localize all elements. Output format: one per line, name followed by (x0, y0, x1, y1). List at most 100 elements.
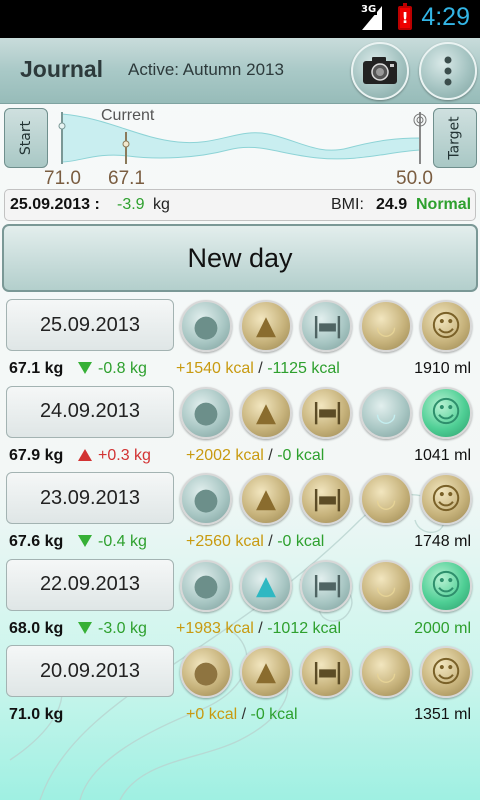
smiley-button[interactable]: ☺ (420, 646, 472, 698)
water-drop-icon: ▲ (256, 484, 276, 514)
day-kcal-separator: / (263, 446, 278, 464)
smiley-icon: ☺ (430, 395, 462, 430)
overflow-menu-icon (444, 56, 452, 86)
food-bowl-button[interactable]: ◡ (360, 473, 412, 525)
trend-down-icon (78, 362, 92, 374)
status-bar: 3G ! 4:29 (0, 0, 480, 38)
apple-icon: ● (192, 395, 220, 430)
food-bowl-icon: ◡ (375, 571, 397, 600)
app-title: Journal (20, 56, 104, 82)
day-row[interactable]: 22.09.2013 ● ▲ |▬| ◡ ☺ 68.0 kg -3.0 kg +1983 kca… (0, 557, 480, 643)
status-clock: 4:29 (421, 3, 470, 31)
day-kcal-separator: / (237, 706, 251, 723)
current-label: Current (101, 107, 155, 124)
food-bowl-button[interactable]: ◡ (360, 300, 412, 352)
dumbbell-button[interactable]: |▬| (300, 386, 352, 439)
day-calories: +1983 kcal / -1012 kcal (176, 620, 341, 638)
day-kcal-out: -0 kcal (250, 706, 298, 723)
smiley-button[interactable]: ☺ (420, 300, 472, 352)
day-kcal-out: -1125 kcal (267, 360, 340, 377)
bmi-value: 24.9 (376, 196, 408, 213)
smiley-button[interactable]: ☺ (420, 473, 472, 525)
day-water: 1748 ml (414, 533, 471, 550)
new-day-button[interactable]: New day (2, 224, 478, 292)
smiley-icon: ☺ (430, 308, 462, 344)
day-kcal-separator: / (253, 619, 268, 637)
summary-unit: kg (153, 196, 170, 213)
day-kcal-out: -1012 kcal (267, 619, 342, 637)
water-drop-button[interactable]: ▲ (240, 559, 292, 612)
camera-button[interactable] (351, 42, 409, 100)
day-weight: 71.0 kg (9, 706, 64, 723)
target-weight-value: 50.0 (396, 168, 433, 189)
summary-delta: -3.9 (117, 196, 145, 213)
water-drop-button[interactable]: ▲ (240, 646, 292, 698)
smiley-icon: ☺ (430, 654, 462, 690)
dumbbell-button[interactable]: |▬| (300, 646, 352, 698)
day-weight-delta: +0.3 kg (98, 446, 151, 464)
day-calories: +0 kcal / -0 kcal (186, 706, 298, 724)
day-kcal-in: +2002 kcal (186, 446, 264, 464)
trend-down-icon (78, 535, 92, 547)
smiley-button[interactable]: ☺ (420, 559, 472, 612)
dumbbell-icon: |▬| (312, 313, 343, 339)
dumbbell-icon: |▬| (312, 400, 343, 425)
day-calories: +2002 kcal / -0 kcal (186, 447, 324, 465)
smiley-icon: ☺ (430, 481, 462, 517)
water-drop-button[interactable]: ▲ (240, 386, 292, 439)
active-plan-label: Active: Autumn 2013 (128, 60, 284, 79)
day-weight: 67.9 kg (9, 446, 64, 464)
target-button[interactable]: Target (433, 108, 477, 168)
food-bowl-button[interactable]: ◡ (360, 386, 412, 439)
food-bowl-button[interactable]: ◡ (360, 646, 412, 698)
water-drop-icon: ▲ (256, 311, 276, 341)
apple-button[interactable]: ● (180, 386, 232, 439)
apple-button[interactable]: ● (180, 646, 232, 698)
day-water: 1041 ml (414, 446, 471, 464)
start-button[interactable]: Start (4, 108, 48, 168)
water-drop-button[interactable]: ▲ (240, 473, 292, 525)
day-date-button[interactable]: 22.09.2013 (6, 558, 174, 611)
day-date-button[interactable]: 24.09.2013 (6, 385, 174, 438)
action-bar: Journal Active: Autumn 2013 (0, 38, 480, 104)
dumbbell-button[interactable]: |▬| (300, 473, 352, 525)
day-weight: 68.0 kg (9, 619, 64, 637)
water-drop-button[interactable]: ▲ (240, 300, 292, 352)
day-stats: 67.1 kg -0.8 kg +1540 kcal / -1125 kcal 191… (0, 358, 480, 380)
day-date-button[interactable]: 25.09.2013 (6, 299, 174, 351)
day-stats: 71.0 kg +0 kcal / -0 kcal 1351 ml (0, 704, 480, 726)
food-bowl-button[interactable]: ◡ (360, 559, 412, 612)
apple-button[interactable]: ● (180, 300, 232, 352)
summary-date: 25.09.2013 : (10, 196, 100, 213)
dumbbell-button[interactable]: |▬| (300, 559, 352, 612)
day-weight: 67.1 kg (9, 360, 64, 377)
day-stats: 67.6 kg -0.4 kg +2560 kcal / -0 kcal 1748 m… (0, 531, 480, 553)
signal-icon: 3G (360, 4, 386, 32)
day-row[interactable]: 20.09.2013 ● ▲ |▬| ◡ ☺ 71.0 kg +0 kcal / -0 kca… (0, 643, 480, 729)
day-weight-delta: -0.8 kg (98, 360, 147, 377)
current-weight-value: 67.1 (108, 168, 145, 189)
day-kcal-separator: / (263, 533, 278, 550)
target-label: Target (447, 116, 463, 160)
day-row[interactable]: 24.09.2013 ● ▲ |▬| ◡ ☺ 67.9 kg +0.3 kg +2002 kca… (0, 384, 480, 470)
bmi-status: Normal (416, 196, 472, 213)
smiley-button[interactable]: ☺ (420, 386, 472, 439)
dumbbell-button[interactable]: |▬| (300, 300, 352, 352)
network-type: 3G (360, 4, 378, 15)
day-row[interactable]: 23.09.2013 ● ▲ |▬| ◡ ☺ 67.6 kg -0.4 kg +2560 kca… (0, 470, 480, 556)
day-weight-delta: -3.0 kg (98, 619, 147, 637)
apple-button[interactable]: ● (180, 559, 232, 612)
overflow-menu-button[interactable] (419, 42, 477, 100)
weight-progress: Start Current Target 71.0 67.1 50.0 (0, 104, 480, 189)
apple-button[interactable]: ● (180, 473, 232, 525)
dumbbell-icon: |▬| (312, 659, 343, 685)
day-date-button[interactable]: 23.09.2013 (6, 472, 174, 524)
apple-icon: ● (192, 481, 220, 517)
day-date-button[interactable]: 20.09.2013 (6, 645, 174, 697)
day-row[interactable]: 25.09.2013 ● ▲ |▬| ◡ ☺ 67.1 kg -0.8 kg +1540 kca… (0, 297, 480, 383)
day-calories: +2560 kcal / -0 kcal (186, 533, 324, 551)
water-drop-icon: ▲ (256, 570, 276, 601)
day-kcal-in: +1540 kcal (176, 360, 254, 377)
day-kcal-in: +0 kcal (186, 706, 238, 723)
summary-bar: 25.09.2013 : -3.9 kg BMI: 24.9 Normal (4, 189, 476, 221)
